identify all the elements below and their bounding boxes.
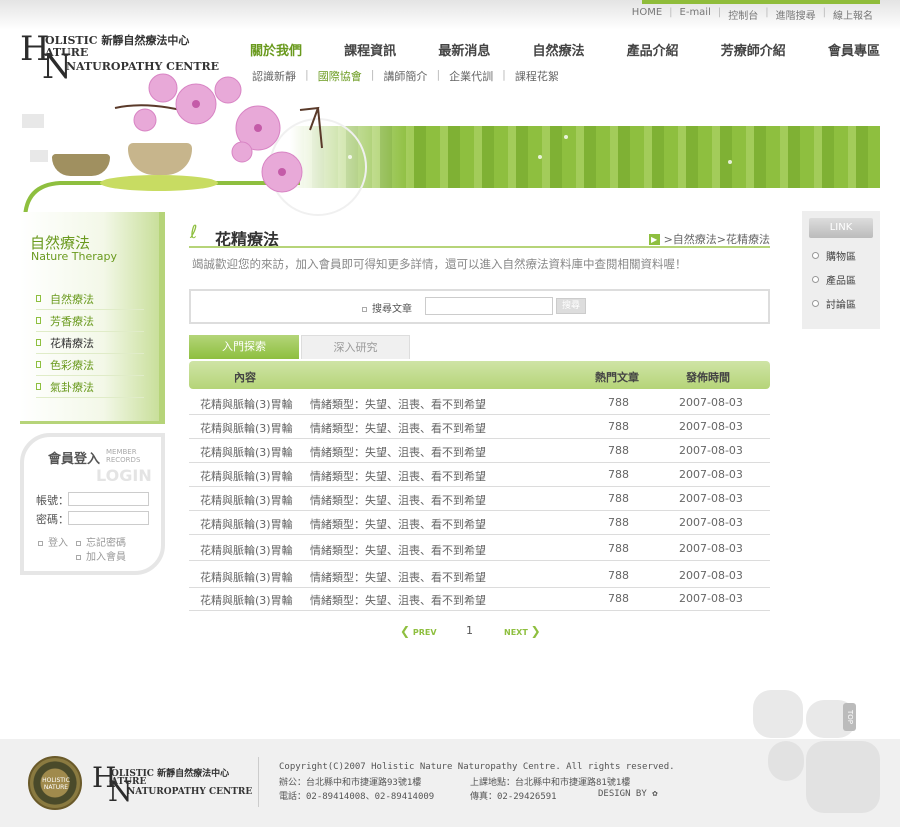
login-link[interactable]: 登入 (38, 534, 68, 549)
table-row[interactable]: 花精與脈輪(3)胃輪 情緒類型：失望、沮喪、看不到希望 788 2007-08-03 (189, 487, 770, 511)
dot-icon (362, 307, 367, 312)
chevron-left-icon: ❮ (400, 624, 411, 638)
sidebar-item-qi-therapy[interactable]: 氣卦療法 (36, 376, 144, 398)
circle-bullet-icon (812, 252, 819, 259)
dot-icon (76, 541, 81, 546)
bullet-icon (36, 361, 41, 368)
footer-office-address: 辦公：台北縣中和市捷運路93號1樓 (279, 778, 422, 788)
login-title: 會員登入 (48, 452, 101, 467)
sidebar-item-flower-essence[interactable]: 花精療法 (36, 332, 144, 354)
footer-fax: 傳真：02-29426591 (470, 792, 557, 802)
dot-icon (38, 541, 43, 546)
table-row[interactable]: 花精與脈輪(3)胃輪 情緒類型：失望、沮喪、看不到希望 788 2007-08-03 (189, 391, 770, 415)
decorative-shape (753, 690, 803, 738)
table-row[interactable]: 花精與脈輪(3)胃輪 情緒類型：失望、沮喪、看不到希望 788 2007-08-03 (189, 463, 770, 487)
decorative-shape (768, 741, 804, 781)
password-label: 密碼： (36, 513, 69, 526)
sidebar-item-aromatherapy[interactable]: 芳香療法 (36, 310, 144, 332)
tab-advanced[interactable]: 深入研究 (301, 335, 410, 359)
footer-divider (258, 757, 259, 807)
search-button[interactable]: 搜尋 (556, 298, 586, 314)
dot-icon (76, 555, 81, 560)
search-input[interactable] (425, 297, 553, 315)
chevron-right-icon: ❯ (530, 624, 541, 638)
footer-design-by[interactable]: DESIGN BY ✿ (598, 789, 658, 799)
table-row[interactable]: 花精與脈輪(3)胃輪 情緒類型：失望、沮喪、看不到希望 788 2007-08-03 (189, 537, 770, 561)
breadcrumb: ▶ >自然療法>花精療法 (648, 231, 770, 247)
bullet-icon (36, 339, 41, 346)
next-page-link[interactable]: NEXT ❯ (504, 624, 541, 638)
home-icon[interactable]: ▶ (648, 233, 660, 245)
decorative-shape (806, 741, 880, 813)
footer-class-address: 上課地點：台北縣中和市捷運路81號1樓 (470, 778, 631, 788)
table-row[interactable]: 花精與脈輪(3)胃輪 情緒類型：失望、沮喪、看不到希望 788 2007-08-03 (189, 511, 770, 535)
footer-copyright: Copyright(C)2007 Holistic Nature Naturop… (279, 762, 675, 772)
prev-page-link[interactable]: ❮ PREV (400, 624, 437, 638)
account-label: 帳號： (36, 494, 69, 507)
back-to-top-button[interactable]: TOP (843, 703, 856, 731)
table-header: 內容 熱門文章 發佈時間 (189, 361, 770, 389)
column-header-hits: 熱門文章 (595, 371, 639, 384)
title-divider (189, 246, 770, 248)
bullet-icon (36, 383, 41, 390)
search-label: 搜尋文章 (362, 300, 412, 315)
login-member-records: MEMBER RECORDS (106, 448, 141, 464)
current-page-number[interactable]: 1 (466, 624, 473, 637)
banner-artwork (23, 73, 732, 221)
account-input[interactable] (68, 492, 149, 506)
welcome-message: 竭誠歡迎您的來訪，加入會員即可得知更多詳情，還可以進入自然療法資料庫中查閱相關資… (192, 257, 687, 271)
sidebar-subtitle: Nature Therapy (31, 250, 118, 263)
tab-beginner[interactable]: 入門探索 (189, 335, 299, 359)
bullet-icon (36, 295, 41, 302)
circle-bullet-icon (812, 300, 819, 307)
password-input[interactable] (68, 511, 149, 525)
table-row[interactable]: 花精與脈輪(3)胃輪 情緒類型：失望、沮喪、看不到希望 788 2007-08-03 (189, 415, 770, 439)
tea-plate (100, 175, 218, 191)
seal-text: HOLISTIC NATURE (42, 777, 70, 791)
login-watermark: LOGIN (96, 466, 152, 485)
leaf-icon: ℓ (190, 222, 198, 243)
column-header-date: 發佈時間 (686, 371, 730, 384)
sidebar-menu: 自然療法 芳香療法 花精療法 色彩療法 氣卦療法 (36, 288, 144, 398)
sidebar-item-color-therapy[interactable]: 色彩療法 (36, 354, 144, 376)
table-row[interactable]: 花精與脈輪(3)胃輪 情緒類型：失望、沮喪、看不到希望 788 2007-08-03 (189, 439, 770, 463)
join-member-link[interactable]: 加入會員 (76, 548, 126, 563)
forgot-password-link[interactable]: 忘記密碼 (76, 534, 126, 549)
bullet-icon (36, 317, 41, 324)
tea-bowl (52, 154, 110, 176)
link-products[interactable]: 產品區 (812, 272, 856, 287)
footer-phone: 電話：02-89414008、02-89414009 (279, 792, 435, 802)
link-forum[interactable]: 討論區 (812, 296, 856, 311)
circle-bullet-icon (812, 276, 819, 283)
table-row[interactable]: 花精與脈輪(3)胃輪 情緒類型：失望、沮喪、看不到希望 788 2007-08-03 (189, 587, 770, 611)
column-header-content: 內容 (234, 371, 256, 384)
design-logo-icon: ✿ (652, 789, 658, 799)
sidebar-item-natural-therapy[interactable]: 自然療法 (36, 288, 144, 310)
link-panel-title: LINK (809, 218, 873, 238)
table-row[interactable]: 花精與脈輪(3)胃輪 情緒類型：失望、沮喪、看不到希望 788 2007-08-03 (189, 564, 770, 588)
link-shopping[interactable]: 購物區 (812, 248, 856, 263)
